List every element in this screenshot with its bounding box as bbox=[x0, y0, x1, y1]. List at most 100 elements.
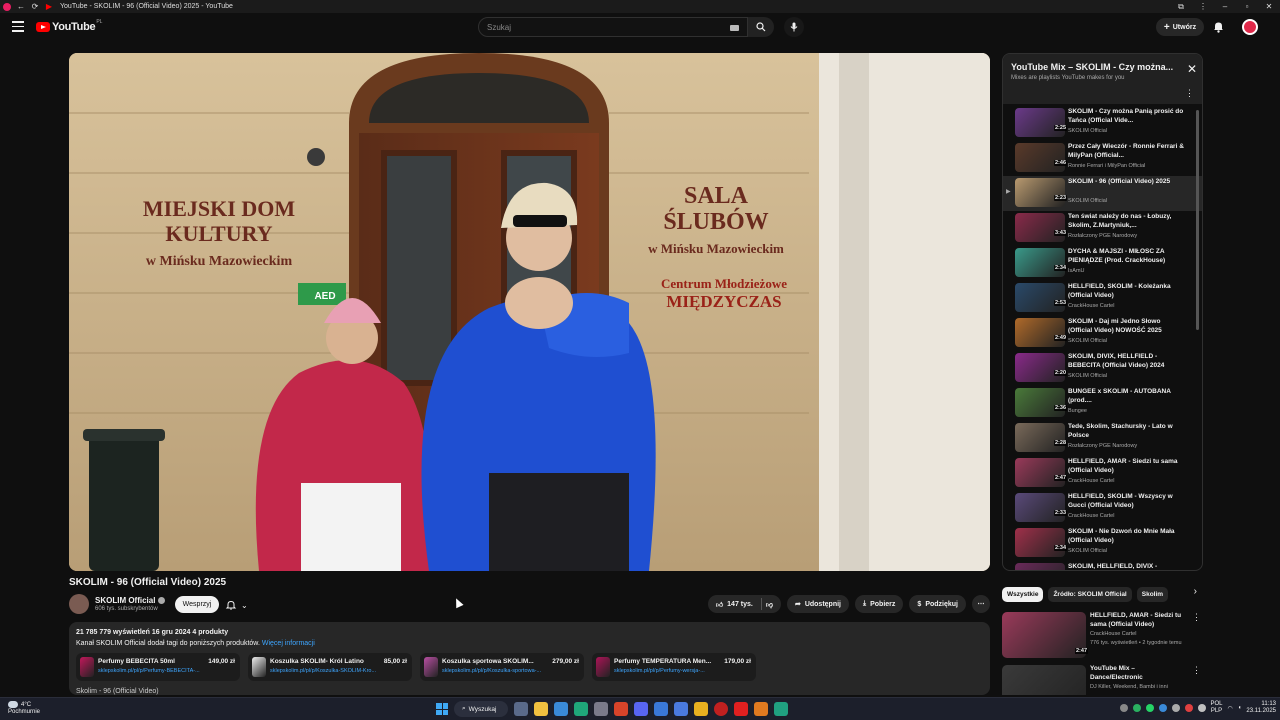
opera-icon[interactable] bbox=[714, 702, 728, 716]
language-indicator[interactable]: POL PLP bbox=[1211, 701, 1223, 715]
menu-hamburger-icon[interactable] bbox=[12, 21, 24, 32]
playlist-item-thumbnail[interactable] bbox=[1015, 423, 1065, 452]
wifi-icon[interactable]: ◠ bbox=[1228, 705, 1233, 712]
tray-icon[interactable] bbox=[1158, 704, 1167, 712]
playlist-item-thumbnail[interactable] bbox=[1015, 388, 1065, 417]
playlist-item[interactable]: 2:28 Tede, Skolim, Stachursky - Lato w Po… bbox=[1003, 421, 1202, 456]
windows-start-icon[interactable] bbox=[436, 703, 448, 715]
menu-icon[interactable]: ⋮ bbox=[1192, 2, 1214, 11]
playlist-item-thumbnail[interactable] bbox=[1015, 283, 1065, 312]
playlist-item-title[interactable]: SKOLIM, DIVIX, HELLFIELD - BEBECITA (Off… bbox=[1068, 353, 1186, 370]
like-button[interactable]: 👍︎ 147 tys. 👎︎ bbox=[707, 595, 781, 613]
product-card[interactable]: Koszulka sportowa SKOLIM... 279,00 zł sk… bbox=[420, 653, 584, 681]
playlist-item[interactable]: 2:49 SKOLIM - Daj mi Jedno Słowo (Officia… bbox=[1003, 316, 1202, 351]
playlist-item[interactable]: 2:34 SKOLIM - Nie Dzwoń do Mnie Mała (Off… bbox=[1003, 526, 1202, 561]
playlist-item-title[interactable]: HELLFIELD, AMAR - Siedzi tu sama (Offici… bbox=[1068, 458, 1186, 475]
recommendation-title[interactable]: YouTube Mix – Dance/Electronic bbox=[1090, 665, 1186, 682]
close-icon[interactable]: ✕ bbox=[1187, 62, 1197, 76]
playlist-more-icon[interactable]: ⋮ bbox=[1185, 88, 1194, 99]
product-url[interactable]: sklepskolim.pl/pl/p/Perfumy-wersja-... bbox=[614, 668, 750, 674]
search-button[interactable] bbox=[748, 17, 774, 37]
task-view-icon[interactable] bbox=[514, 702, 528, 716]
app-icon-blue[interactable] bbox=[654, 702, 668, 716]
app-icon-orange2[interactable] bbox=[754, 702, 768, 716]
playlist-item-title[interactable]: DYCHA & MAJSZI - MIŁOŚĆ ZA PIENIĄDZE (Pr… bbox=[1068, 248, 1186, 265]
playlist-item-thumbnail[interactable] bbox=[1015, 108, 1065, 137]
playlist-item[interactable]: 2:47 HELLFIELD, AMAR - Siedzi tu sama (Of… bbox=[1003, 456, 1202, 491]
playlist-item[interactable]: 2:46 Przez Cały Wieczór - Ronnie Ferrari … bbox=[1003, 141, 1202, 176]
playlist-item-title[interactable]: Tede, Skolim, Stachursky - Lato w Polsce bbox=[1068, 423, 1186, 440]
channel-name[interactable]: SKOLIM Official bbox=[95, 596, 155, 605]
store-icon[interactable] bbox=[574, 702, 588, 716]
channel-avatar[interactable] bbox=[69, 594, 89, 614]
weather-widget[interactable]: 4°C Pochmurnie bbox=[8, 701, 40, 716]
tray-icon[interactable] bbox=[1171, 704, 1180, 712]
file-explorer-icon[interactable] bbox=[534, 702, 548, 716]
keyboard-icon[interactable] bbox=[730, 25, 739, 31]
download-button[interactable]: ⤓ Pobierz bbox=[855, 595, 904, 613]
video-player[interactable]: MIEJSKI DOM KULTURY w Mińsku Mazowieckim… bbox=[69, 53, 990, 571]
app-icon-blue2[interactable] bbox=[674, 702, 688, 716]
youtube-logo[interactable]: YouTube PL bbox=[36, 19, 102, 33]
playlist-item-title[interactable]: HELLFIELD, SKOLIM - Wszyscy w Gucci (Off… bbox=[1068, 493, 1186, 510]
playlist-item[interactable]: 2:33 HELLFIELD, SKOLIM - Wszyscy w Gucci … bbox=[1003, 491, 1202, 526]
description-box[interactable]: 21 785 779 wyświetleń 16 gru 2024 4 prod… bbox=[69, 622, 990, 695]
playlist-item[interactable]: 2:53 HELLFIELD, SKOLIM - Koleżanka (Offic… bbox=[1003, 281, 1202, 316]
chrome-icon[interactable] bbox=[694, 702, 708, 716]
tray-icon[interactable] bbox=[1197, 704, 1206, 712]
playlist-scrollbar[interactable] bbox=[1196, 110, 1199, 330]
chip-source-channel[interactable]: Źródło: SKOLIM Official bbox=[1048, 586, 1132, 602]
playlist-item[interactable]: 2:36 BUNGEE x SKOLIM - AUTOBANA (prod....… bbox=[1003, 386, 1202, 421]
subscribed-notifications-button[interactable]: ⌄ bbox=[225, 597, 248, 613]
playlist-item-title[interactable]: Przez Cały Wieczór - Ronnie Ferrari & Mi… bbox=[1068, 143, 1186, 160]
playlist-item[interactable]: 3:43 Ten świat należy do nas - Łobuzy, Sk… bbox=[1003, 211, 1202, 246]
playlist-item-title[interactable]: SKOLIM - Nie Dzwoń do Mnie Mała (Officia… bbox=[1068, 528, 1186, 545]
product-url[interactable]: sklepskolim.pl/pl/p/Koszulka-SKOLIM-Kro.… bbox=[270, 668, 406, 674]
recommendation-title[interactable]: HELLFIELD, AMAR - Siedzi tu sama (Offici… bbox=[1090, 612, 1186, 629]
share-button[interactable]: ➦ Udostępnij bbox=[786, 595, 849, 613]
chip-all[interactable]: Wszystkie bbox=[1002, 586, 1044, 602]
edge-icon[interactable] bbox=[554, 702, 568, 716]
playlist-item[interactable]: SKOLIM, HELLFIELD, DIVIX - bbox=[1003, 561, 1202, 570]
recommendation-thumbnail[interactable] bbox=[1002, 612, 1086, 658]
product-url[interactable]: sklepskolim.pl/pl/p/Perfumy-BEBECITA-... bbox=[98, 668, 234, 674]
app-icon-teal[interactable] bbox=[774, 702, 788, 716]
clock[interactable]: 11:13 23.11.2025 bbox=[1246, 701, 1276, 715]
search-input[interactable]: Szukaj bbox=[478, 17, 748, 37]
thanks-button[interactable]: $ Podziękuj bbox=[909, 595, 966, 613]
playlist-item[interactable]: 2:20 SKOLIM, DIVIX, HELLFIELD - BEBECITA … bbox=[1003, 351, 1202, 386]
discord-icon[interactable] bbox=[634, 702, 648, 716]
playlist-item-thumbnail[interactable] bbox=[1015, 353, 1065, 382]
playlist-item[interactable]: ▶ 2:23 SKOLIM - 96 (Official Video) 2025 SK… bbox=[1003, 176, 1202, 211]
playlist-item-title[interactable]: SKOLIM, HELLFIELD, DIVIX - bbox=[1068, 563, 1186, 570]
notifications-bell-icon[interactable] bbox=[1213, 20, 1224, 38]
playlist-item-title[interactable]: BUNGEE x SKOLIM - AUTOBANA (prod.... bbox=[1068, 388, 1186, 405]
reload-icon[interactable]: ⟳ bbox=[28, 2, 42, 11]
back-icon[interactable]: ← bbox=[14, 2, 28, 11]
playlist-item-thumbnail[interactable] bbox=[1015, 458, 1065, 487]
playlist-title[interactable]: YouTube Mix – SKOLIM - Czy można... bbox=[1011, 62, 1181, 72]
voice-search-button[interactable] bbox=[784, 17, 804, 37]
extensions-icon[interactable]: ⧉ bbox=[1170, 2, 1192, 12]
playlist-item-thumbnail[interactable] bbox=[1015, 563, 1065, 570]
playlist-item-thumbnail[interactable] bbox=[1015, 143, 1065, 172]
playlist-item-thumbnail[interactable] bbox=[1015, 248, 1065, 277]
tray-icon[interactable] bbox=[1184, 704, 1193, 712]
camera-icon[interactable] bbox=[594, 702, 608, 716]
create-button[interactable]: + Utwórz bbox=[1156, 18, 1204, 36]
app-icon-orange[interactable] bbox=[614, 702, 628, 716]
recommendation-item[interactable]: 2:47 HELLFIELD, AMAR - Siedzi tu sama (O… bbox=[1002, 612, 1203, 658]
product-url[interactable]: sklepskolim.pl/pl/p/Koszulka-sportowa-..… bbox=[442, 668, 578, 674]
chip-skolim[interactable]: Skolim bbox=[1136, 586, 1169, 602]
playlist-item-title[interactable]: SKOLIM - 96 (Official Video) 2025 bbox=[1068, 178, 1186, 195]
more-vertical-icon[interactable]: ⋮ bbox=[1192, 612, 1201, 623]
support-button[interactable]: Wesprzyj bbox=[175, 596, 219, 613]
close-window-button[interactable]: ✕ bbox=[1258, 2, 1280, 11]
taskbar-search[interactable]: ⌕ Wyszukaj bbox=[454, 701, 508, 717]
playlist-item-title[interactable]: SKOLIM - Czy można Panią prosić do Tańca… bbox=[1068, 108, 1186, 125]
chevron-right-icon[interactable]: › bbox=[1194, 586, 1197, 597]
playlist-item-title[interactable]: SKOLIM - Daj mi Jedno Słowo (Official Vi… bbox=[1068, 318, 1186, 335]
more-actions-button[interactable]: ⋯ bbox=[972, 595, 990, 613]
minimize-button[interactable]: – bbox=[1214, 2, 1236, 11]
channel-name-wrap[interactable]: SKOLIM Official bbox=[95, 596, 166, 605]
